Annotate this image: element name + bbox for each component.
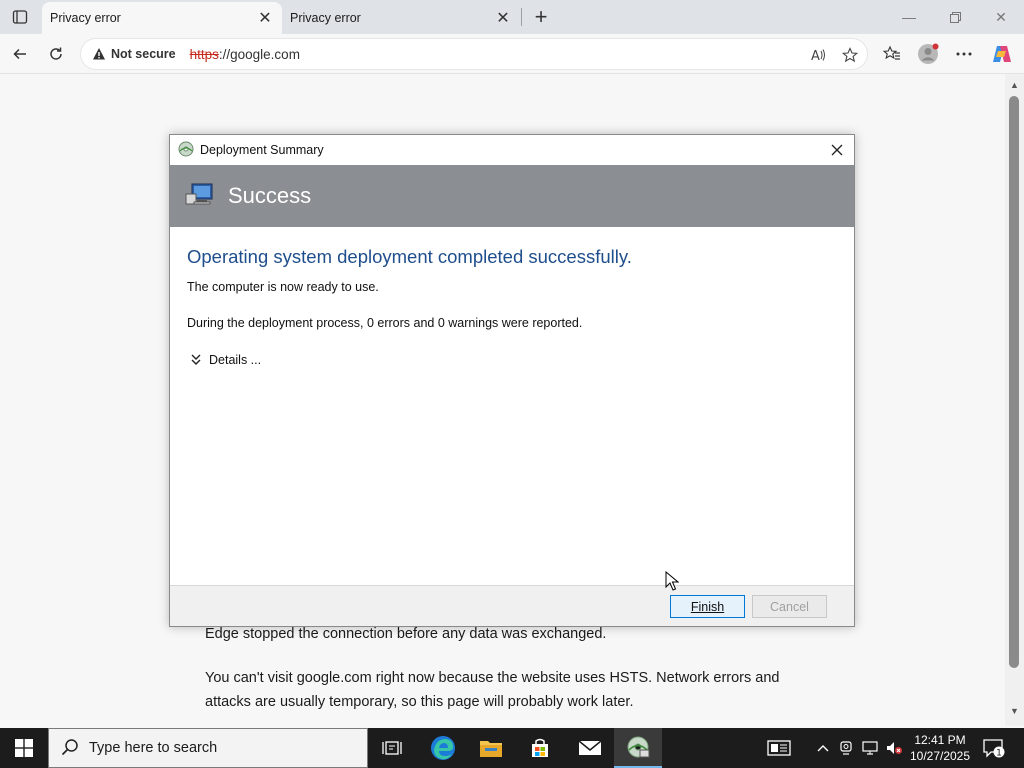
mouse-cursor-icon [665, 570, 680, 591]
start-button[interactable] [0, 728, 48, 768]
edge-icon[interactable] [419, 728, 467, 768]
chevron-down-icon[interactable] [189, 353, 203, 367]
tab-bar: Privacy error ✕ Privacy error ✕ + — ✕ [0, 0, 1024, 34]
url-text[interactable]: https://google.com [190, 47, 300, 62]
dialog-errors-text: During the deployment process, 0 errors … [187, 316, 583, 330]
dialog-heading: Operating system deployment completed su… [187, 246, 632, 267]
close-window-button[interactable]: ✕ [978, 2, 1024, 32]
volume-muted-icon[interactable] [884, 728, 904, 768]
tab-close-icon[interactable]: ✕ [256, 9, 274, 27]
dialog-footer: Finish Cancel [170, 585, 854, 626]
dialog-close-icon[interactable] [826, 139, 848, 161]
tab-close-icon[interactable]: ✕ [494, 9, 512, 27]
url-scheme: https [189, 46, 219, 62]
restore-button[interactable] [932, 2, 978, 32]
deployment-disc-icon [178, 141, 194, 160]
tab-privacy-error-1[interactable]: Privacy error ✕ [42, 2, 282, 34]
notification-count: 1 [996, 749, 1002, 759]
mail-icon[interactable] [566, 728, 614, 768]
deployment-summary-dialog: Deployment Summary Success Operating sys… [169, 134, 855, 627]
tab-title: Privacy error [290, 11, 361, 25]
cancel-button[interactable]: Cancel [752, 595, 827, 618]
finish-button[interactable]: Finish [670, 595, 745, 618]
clock-date: 10/27/2025 [909, 749, 971, 763]
computer-icon [184, 182, 214, 211]
news-icon[interactable] [762, 728, 796, 768]
details-expander[interactable]: Details ... [189, 353, 261, 367]
scroll-up-arrow-icon[interactable]: ▲ [1008, 80, 1021, 92]
details-label[interactable]: Details ... [209, 353, 261, 367]
more-options-icon[interactable] [950, 40, 978, 68]
scroll-thumb[interactable] [1009, 96, 1019, 668]
dialog-banner: Success [170, 165, 854, 227]
tab-title: Privacy error [50, 11, 121, 25]
task-view-icon[interactable] [368, 728, 416, 768]
chevron-up-icon[interactable] [812, 728, 834, 768]
taskbar-search-box[interactable]: Type here to search [48, 728, 368, 768]
svg-text:A: A [811, 49, 820, 63]
new-tab-button[interactable]: + [528, 4, 554, 30]
network-icon[interactable] [860, 728, 880, 768]
page-scrollbar[interactable]: ▲ ▼ [1005, 74, 1024, 726]
copilot-icon[interactable] [988, 40, 1016, 68]
taskbar: Type here to search 12:41 PM 10/27/2025 … [0, 728, 1024, 768]
system-clock[interactable]: 12:41 PM 10/27/2025 [906, 732, 974, 764]
scroll-down-arrow-icon[interactable]: ▼ [1008, 706, 1021, 718]
dialog-ready-text: The computer is now ready to use. [187, 280, 379, 294]
address-bar[interactable]: Not secure https://google.com A [80, 38, 868, 70]
browser-toolbar: Not secure https://google.com A [0, 34, 1024, 74]
not-secure-label[interactable]: Not secure [111, 47, 176, 61]
search-placeholder: Type here to search [89, 740, 218, 756]
page-paragraph-2-line-2: attacks are usually temporary, so this p… [205, 694, 634, 710]
warning-icon[interactable] [91, 46, 107, 62]
dialog-banner-title: Success [228, 183, 312, 208]
file-explorer-icon[interactable] [467, 728, 515, 768]
deployment-wizard-icon[interactable] [614, 728, 662, 768]
dialog-title: Deployment Summary [200, 143, 324, 157]
tab-divider [521, 8, 522, 26]
read-aloud-icon[interactable]: A [807, 44, 829, 66]
favorite-star-icon[interactable] [839, 44, 861, 66]
minimize-button[interactable]: — [886, 2, 932, 32]
clock-time: 12:41 PM [914, 733, 966, 747]
store-icon[interactable] [516, 728, 564, 768]
favorites-icon[interactable] [878, 40, 906, 68]
windows-logo-icon [15, 739, 33, 757]
refresh-button[interactable] [42, 40, 70, 68]
profile-avatar-icon[interactable] [914, 40, 942, 68]
url-host: ://google.com [218, 46, 300, 62]
back-button[interactable] [6, 40, 34, 68]
page-paragraph-2-line-1: You can't visit google.com right now bec… [205, 670, 780, 686]
tab-actions-icon[interactable] [6, 4, 34, 30]
tab-privacy-error-2[interactable]: Privacy error ✕ [282, 2, 520, 34]
search-icon [61, 738, 79, 759]
dialog-titlebar[interactable]: Deployment Summary [170, 135, 854, 165]
notification-center-icon[interactable]: 1 [980, 728, 1008, 768]
webcam-icon[interactable] [836, 728, 856, 768]
